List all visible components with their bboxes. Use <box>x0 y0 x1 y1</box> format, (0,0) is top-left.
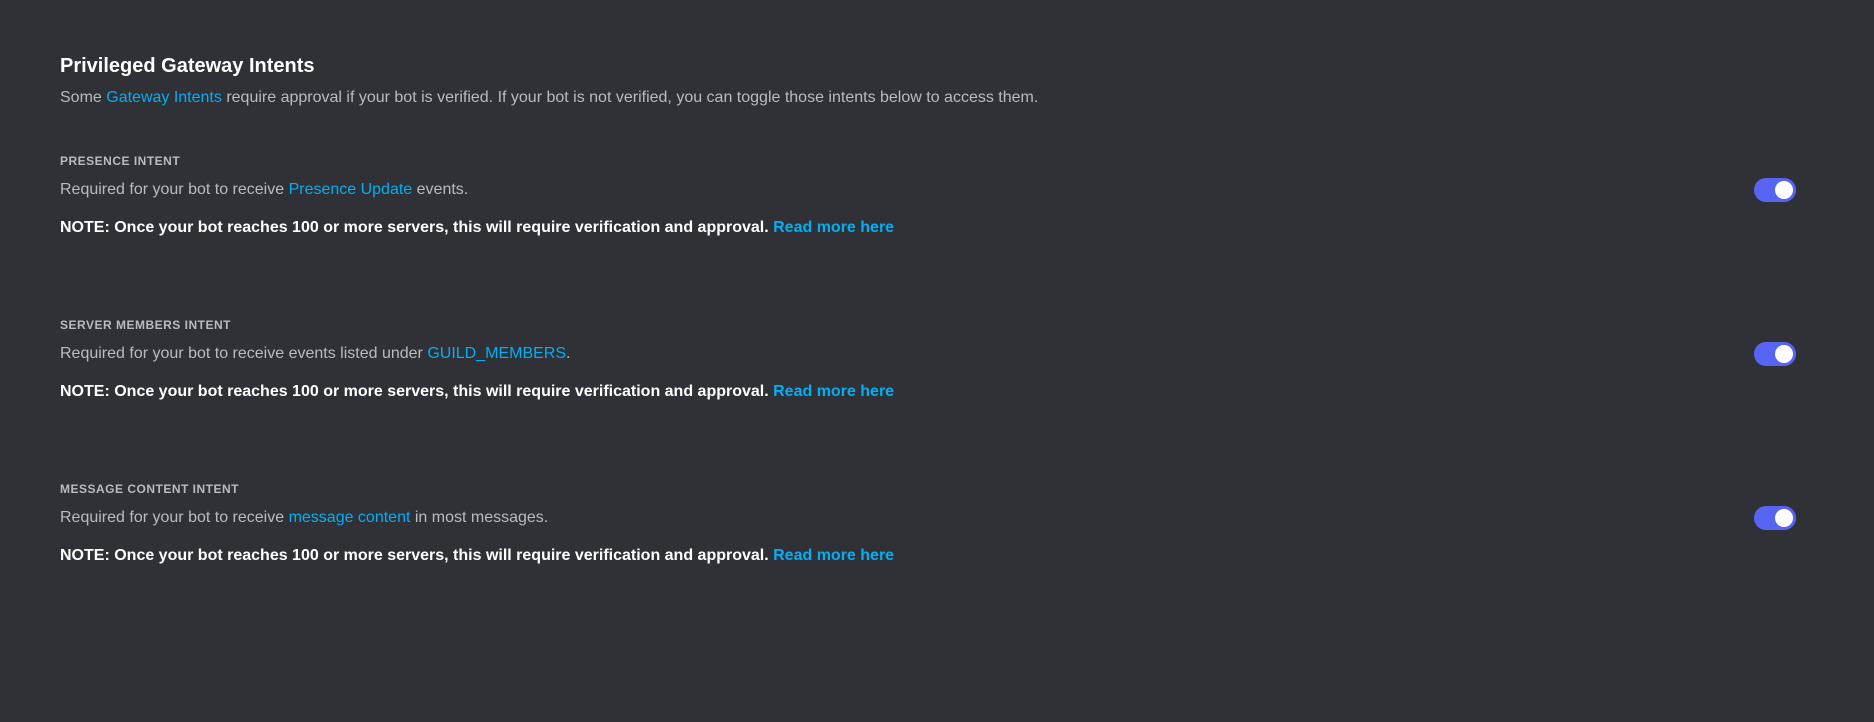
message-note-prefix: NOTE: Once your bot reaches 100 or more … <box>60 547 773 564</box>
presence-intent-label: PRESENCE INTENT <box>60 154 1410 168</box>
message-content-intent-label: MESSAGE CONTENT INTENT <box>60 482 1410 496</box>
message-content-intent-toggle[interactable] <box>1754 506 1796 530</box>
server-members-intent-block: SERVER MEMBERS INTENT Required for your … <box>60 318 1814 404</box>
message-content-link[interactable]: message content <box>289 509 411 526</box>
message-content-intent-note: NOTE: Once your bot reaches 100 or more … <box>60 544 1410 568</box>
toggle-knob <box>1775 181 1793 199</box>
guild-members-link[interactable]: GUILD_MEMBERS <box>427 345 566 362</box>
presence-intent-note: NOTE: Once your bot reaches 100 or more … <box>60 216 1410 240</box>
presence-desc-prefix: Required for your bot to receive <box>60 181 289 198</box>
presence-intent-description: Required for your bot to receive Presenc… <box>60 178 1410 202</box>
message-desc-prefix: Required for your bot to receive <box>60 509 289 526</box>
presence-intent-toggle[interactable] <box>1754 178 1796 202</box>
presence-update-link[interactable]: Presence Update <box>289 181 413 198</box>
members-read-more-link[interactable]: Read more here <box>773 383 894 400</box>
desc-suffix: require approval if your bot is verified… <box>222 89 1038 106</box>
desc-prefix: Some <box>60 89 106 106</box>
server-members-intent-description: Required for your bot to receive events … <box>60 342 1410 366</box>
presence-read-more-link[interactable]: Read more here <box>773 219 894 236</box>
section-title: Privileged Gateway Intents <box>60 55 1814 78</box>
message-read-more-link[interactable]: Read more here <box>773 547 894 564</box>
gateway-intents-link[interactable]: Gateway Intents <box>106 89 222 106</box>
toggle-knob <box>1775 345 1793 363</box>
message-desc-suffix: in most messages. <box>410 509 548 526</box>
server-members-intent-label: SERVER MEMBERS INTENT <box>60 318 1410 332</box>
presence-intent-block: PRESENCE INTENT Required for your bot to… <box>60 154 1814 240</box>
members-desc-suffix: . <box>566 345 570 362</box>
presence-desc-suffix: events. <box>412 181 468 198</box>
section-description: Some Gateway Intents require approval if… <box>60 86 1814 110</box>
presence-note-prefix: NOTE: Once your bot reaches 100 or more … <box>60 219 773 236</box>
message-content-intent-block: MESSAGE CONTENT INTENT Required for your… <box>60 482 1814 568</box>
members-desc-prefix: Required for your bot to receive events … <box>60 345 427 362</box>
server-members-intent-note: NOTE: Once your bot reaches 100 or more … <box>60 380 1410 404</box>
toggle-knob <box>1775 509 1793 527</box>
message-content-intent-description: Required for your bot to receive message… <box>60 506 1410 530</box>
members-note-prefix: NOTE: Once your bot reaches 100 or more … <box>60 383 773 400</box>
server-members-intent-toggle[interactable] <box>1754 342 1796 366</box>
